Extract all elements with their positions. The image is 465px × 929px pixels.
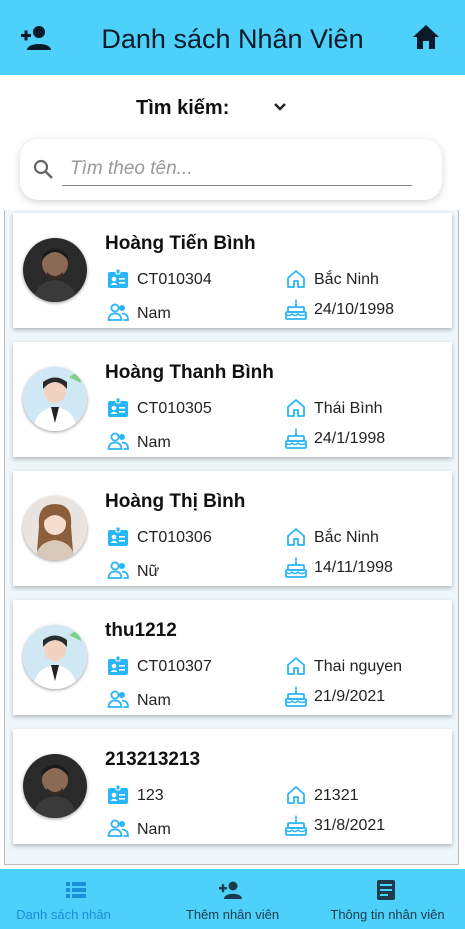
employee-dob: 14/11/1998	[314, 559, 393, 576]
nav-label: Thêm nhân viên	[185, 907, 280, 922]
search-filter-row: Tìm kiếm:	[0, 95, 465, 123]
home-icon	[285, 784, 307, 806]
birthday-cake-icon	[285, 556, 307, 578]
person-add-icon	[219, 881, 242, 899]
home-icon[interactable]	[411, 23, 441, 51]
employee-name: Hoàng Thị Bình	[105, 491, 246, 512]
avatar-image	[23, 754, 87, 818]
avatar-image	[23, 496, 87, 560]
employee-dob: 31/8/2021	[314, 817, 386, 834]
employee-gender: Nam	[137, 434, 171, 451]
employee-code: CT010306	[137, 529, 212, 546]
employee-gender: Nữ	[137, 563, 160, 580]
employee-card[interactable]: 213213213 123 Nam 21321 31/8/2021	[13, 729, 452, 844]
employee-gender: Nam	[137, 305, 171, 322]
people-icon	[107, 817, 129, 839]
employee-dob: 21/9/2021	[314, 688, 386, 705]
avatar-image	[23, 625, 87, 689]
employee-name: Hoàng Thanh Bình	[105, 362, 274, 383]
app-bar: Danh sách Nhân Viên	[0, 0, 465, 75]
avatar	[23, 754, 87, 818]
home-icon	[285, 526, 307, 548]
chevron-down-icon[interactable]	[270, 97, 290, 117]
employee-code: 123	[137, 787, 164, 804]
home-icon	[285, 397, 307, 419]
employee-name: 213213213	[105, 749, 201, 770]
avatar	[23, 496, 87, 560]
search-icon	[33, 159, 53, 179]
employee-dob: 24/1/1998	[314, 430, 386, 447]
employee-card[interactable]: Hoàng Thanh Bình CT010305 Nam Thái Bình 24/1…	[13, 342, 452, 457]
people-icon	[107, 688, 129, 710]
id-badge-icon	[107, 655, 129, 677]
employee-dob: 24/10/1998	[314, 301, 395, 318]
employee-hometown: Bắc Ninh	[314, 529, 379, 546]
id-badge-icon	[107, 526, 129, 548]
search-label: Tìm kiếm:	[136, 97, 230, 119]
search-input[interactable]	[62, 152, 412, 186]
avatar-image	[23, 367, 87, 431]
nav-item-employee-info[interactable]: Thông tin nhân viên	[310, 869, 465, 929]
id-badge-icon	[107, 784, 129, 806]
employee-hometown: 21321	[314, 787, 359, 804]
nav-label: Thông tin nhân viên	[330, 907, 445, 922]
id-badge-icon	[107, 397, 129, 419]
employee-hometown: Thái Bình	[314, 400, 383, 417]
employee-card[interactable]: thu1212 CT010307 Nam Thai nguyen 21/9/2021	[13, 600, 452, 715]
people-icon	[107, 559, 129, 581]
id-badge-icon	[107, 268, 129, 290]
nav-label: Danh sách nhân	[16, 907, 111, 922]
document-icon	[377, 880, 395, 900]
employee-gender: Nam	[137, 821, 171, 838]
nav-item-add-employee[interactable]: Thêm nhân viên	[155, 869, 310, 929]
avatar	[23, 238, 87, 302]
employee-gender: Nam	[137, 692, 171, 709]
home-icon	[285, 268, 307, 290]
people-icon	[107, 301, 129, 323]
employee-code: CT010307	[137, 658, 212, 675]
avatar	[23, 367, 87, 431]
home-icon	[285, 655, 307, 677]
employee-card[interactable]: Hoàng Thị Bình CT010306 Nữ Bắc Ninh 14/11/19…	[13, 471, 452, 586]
page-title: Danh sách Nhân Viên	[101, 24, 364, 54]
bottom-navigation: Danh sách nhân Thêm nhân viên Thông tin …	[0, 869, 465, 929]
nav-item-employee-list[interactable]: Danh sách nhân	[0, 869, 155, 929]
people-icon	[107, 430, 129, 452]
employee-hometown: Bắc Ninh	[314, 271, 379, 288]
avatar-image	[23, 238, 87, 302]
employee-code: CT010304	[137, 271, 212, 288]
birthday-cake-icon	[285, 685, 307, 707]
search-box	[20, 139, 442, 200]
employee-list[interactable]: Hoàng Tiến Bình CT010304 Nam Bắc Ninh 24/10/…	[4, 210, 459, 865]
employee-name: thu1212	[105, 620, 177, 641]
birthday-cake-icon	[285, 427, 307, 449]
birthday-cake-icon	[285, 814, 307, 836]
list-icon	[66, 882, 86, 898]
employee-name: Hoàng Tiến Bình	[105, 233, 256, 254]
employee-hometown: Thai nguyen	[314, 658, 403, 675]
avatar	[23, 625, 87, 689]
birthday-cake-icon	[285, 298, 307, 320]
employee-card[interactable]: Hoàng Tiến Bình CT010304 Nam Bắc Ninh 24/10/…	[13, 213, 452, 328]
employee-code: CT010305	[137, 400, 212, 417]
